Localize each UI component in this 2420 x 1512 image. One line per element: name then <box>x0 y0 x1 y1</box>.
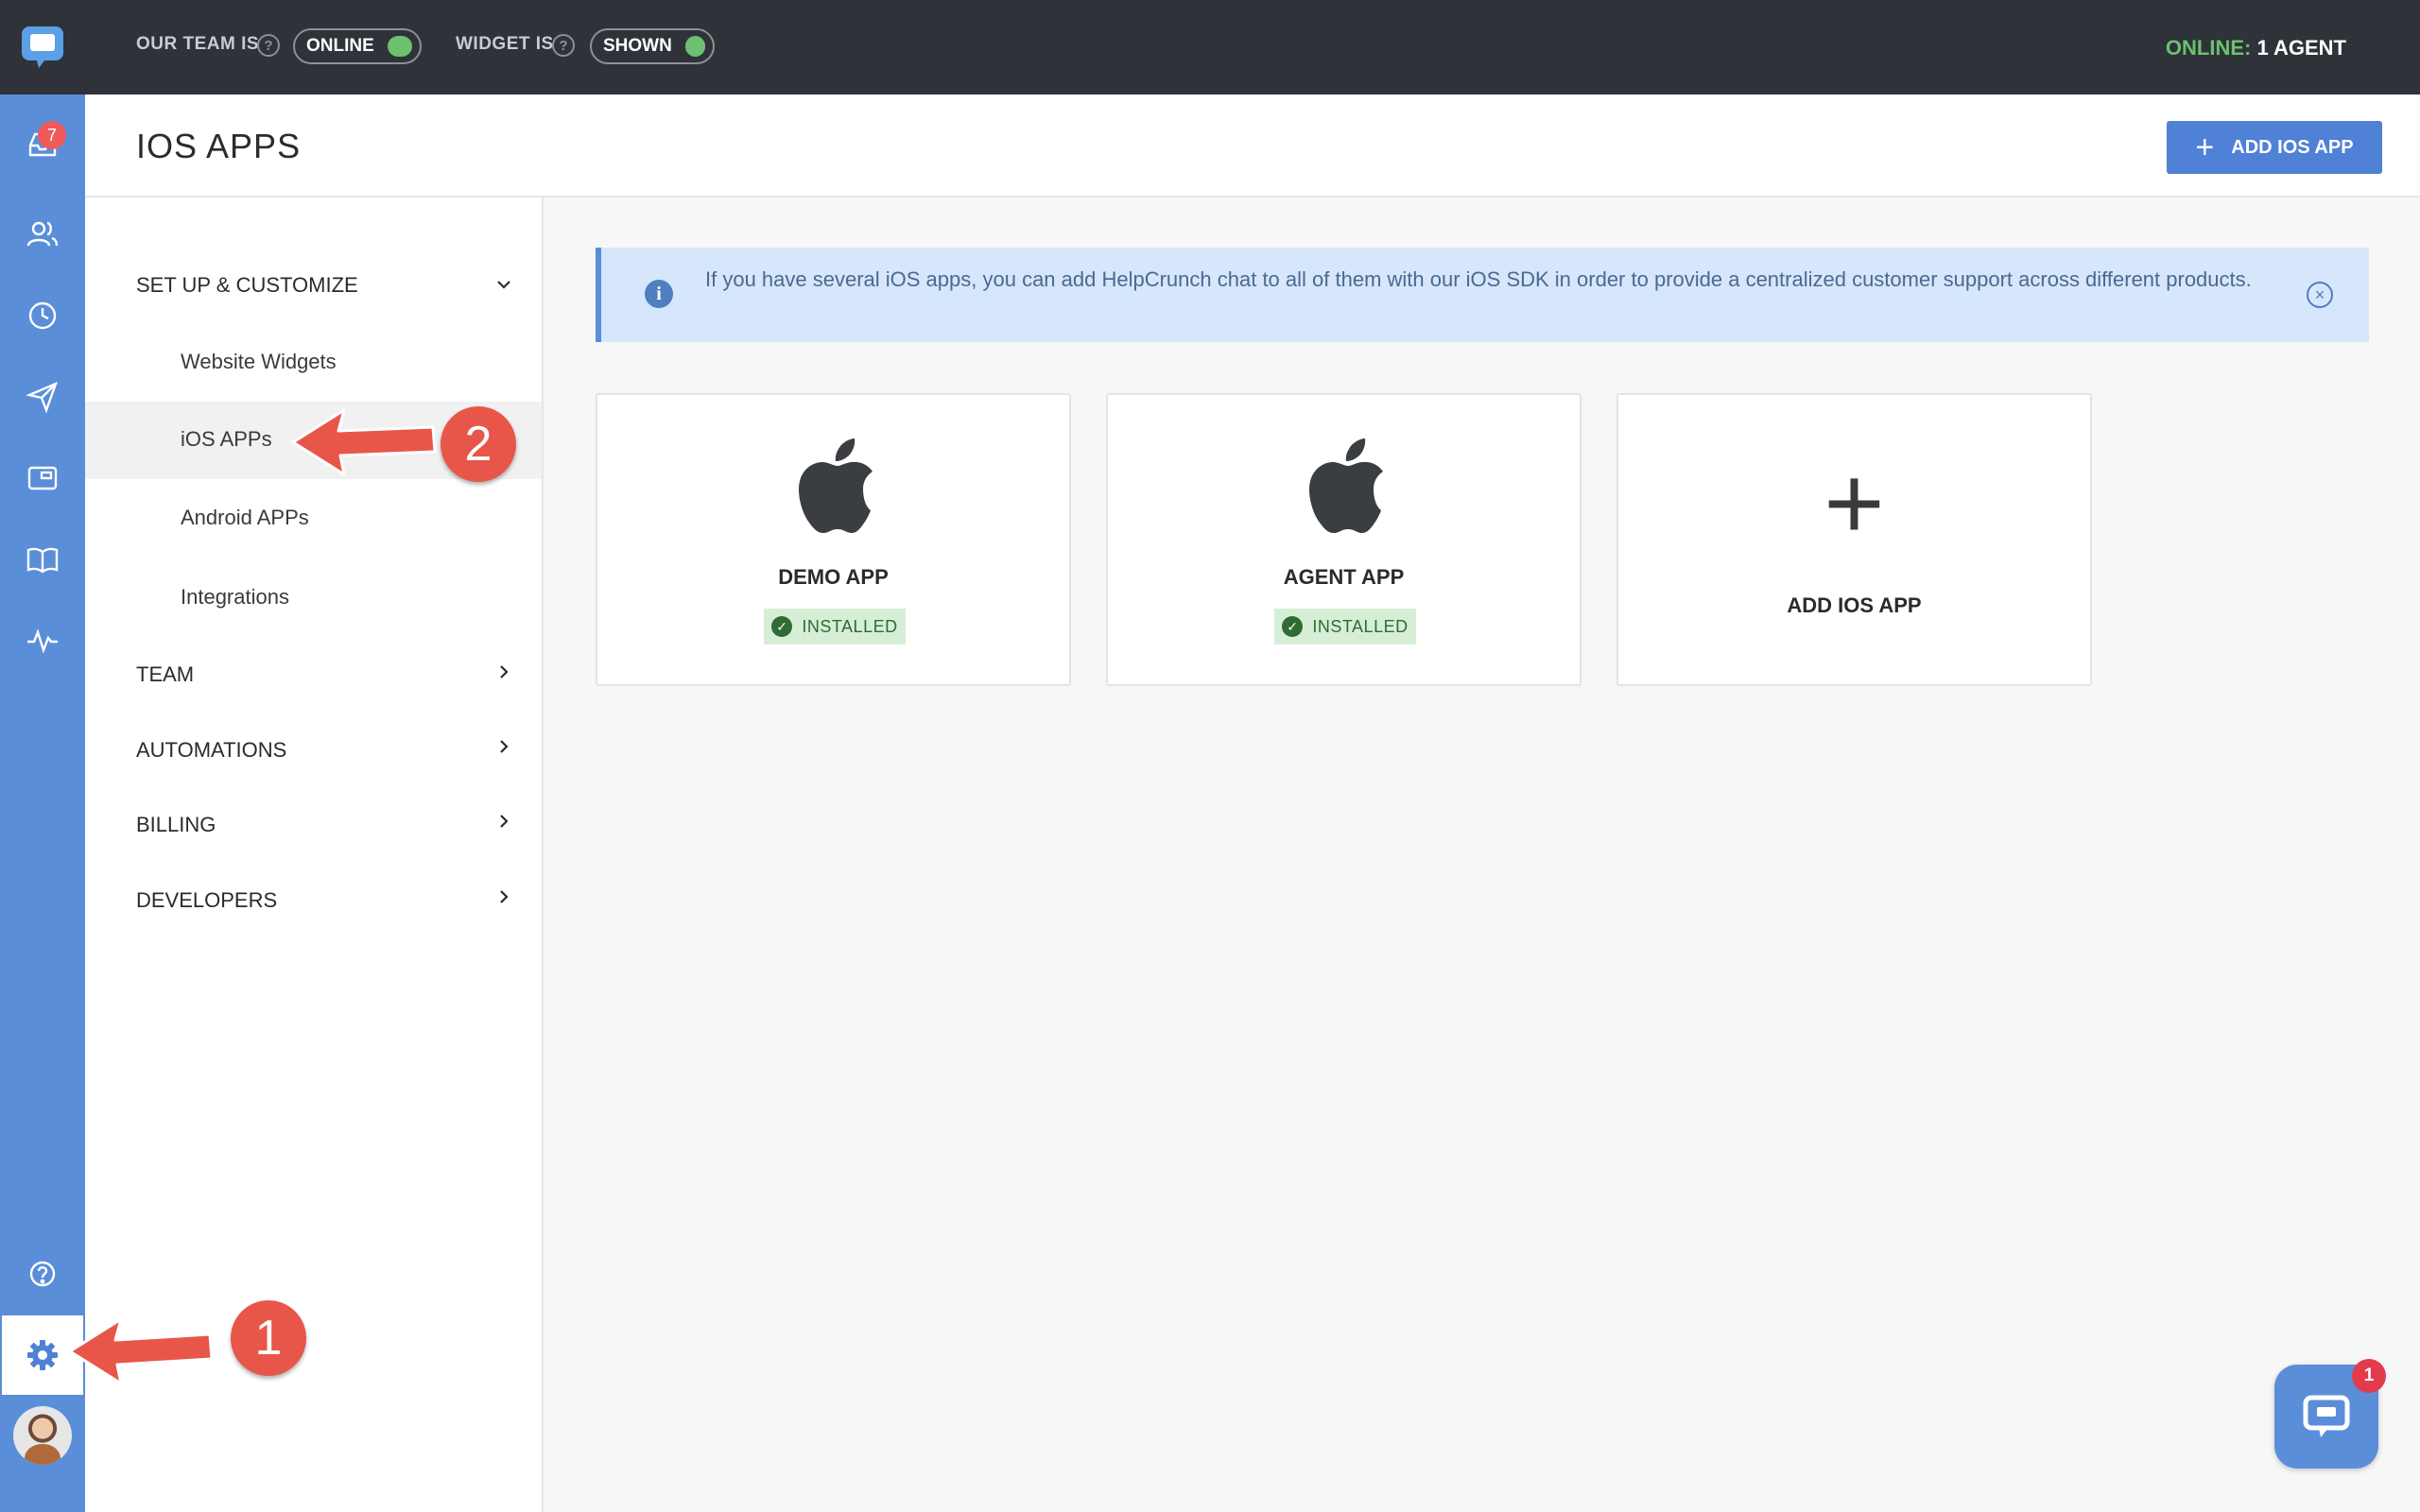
team-online-label: ONLINE <box>306 36 374 56</box>
plus-icon: + <box>1824 445 1885 561</box>
menu-section-developers[interactable]: DEVELOPERS <box>136 888 277 913</box>
menu-section-automations[interactable]: AUTOMATIONS <box>136 738 286 763</box>
add-ios-app-card[interactable]: + ADD IOS APP <box>1616 393 2092 686</box>
apple-icon <box>799 438 873 533</box>
widget-icon[interactable] <box>0 440 85 516</box>
status-label: INSTALLED <box>1312 616 1409 636</box>
gear-icon <box>27 1340 58 1370</box>
plus-icon: + <box>2195 129 2215 165</box>
avatar[interactable] <box>13 1406 72 1465</box>
contacts-icon[interactable] <box>0 197 85 272</box>
chevron-down-icon[interactable] <box>494 275 513 294</box>
menu-item-android-apps[interactable]: Android APPs <box>181 506 309 530</box>
chat-bubble-icon <box>2303 1395 2350 1437</box>
left-rail: 7 <box>0 0 85 1512</box>
online-key: ONLINE: <box>2165 36 2252 60</box>
annotation-step-1: 1 <box>231 1300 306 1376</box>
menu-section-setup[interactable]: SET UP & CUSTOMIZE <box>136 273 358 298</box>
annotation-arrow-2 <box>291 408 437 476</box>
chevron-right-icon[interactable] <box>494 887 513 906</box>
chevron-right-icon[interactable] <box>494 737 513 756</box>
widget-shown-toggle[interactable]: SHOWN <box>590 28 715 64</box>
chevron-right-icon[interactable] <box>494 662 513 681</box>
info-icon: i <box>645 280 673 308</box>
app-card-agent[interactable]: AGENT APP ✓ INSTALLED <box>1106 393 1582 686</box>
apple-icon <box>1309 438 1383 533</box>
info-notice: i If you have several iOS apps, you can … <box>596 248 2369 342</box>
annotation-step-2: 2 <box>441 406 516 482</box>
chat-logo-icon[interactable] <box>0 0 85 94</box>
toggle-indicator <box>387 36 412 57</box>
send-icon[interactable] <box>0 359 85 435</box>
widget-help-icon[interactable]: ? <box>552 34 575 57</box>
app-name: AGENT APP <box>1283 565 1405 589</box>
chevron-right-icon[interactable] <box>494 812 513 831</box>
add-ios-app-label: ADD IOS APP <box>2231 136 2354 158</box>
add-ios-app-card-label: ADD IOS APP <box>1787 593 1922 617</box>
top-bar: OUR TEAM IS ? ONLINE WIDGET IS ? SHOWN O… <box>85 0 2420 94</box>
page-title: IOS APPS <box>136 127 302 165</box>
menu-item-ios-apps[interactable]: iOS APPs <box>181 427 272 452</box>
widget-status-label: WIDGET IS <box>456 34 554 54</box>
online-value: 1 AGENT <box>2256 36 2346 60</box>
page-header: IOS APPS + ADD IOS APP <box>85 94 2420 198</box>
analytics-icon[interactable] <box>0 603 85 679</box>
team-status-label: OUR TEAM IS <box>136 34 260 54</box>
menu-item-website-widgets[interactable]: Website Widgets <box>181 350 337 374</box>
menu-section-team[interactable]: TEAM <box>136 662 194 687</box>
add-ios-app-button[interactable]: + ADD IOS APP <box>2167 121 2382 174</box>
help-icon[interactable] <box>0 1236 85 1312</box>
widget-shown-label: SHOWN <box>603 36 672 56</box>
history-icon[interactable] <box>0 278 85 353</box>
annotation-arrow-1 <box>68 1317 214 1385</box>
app-name: DEMO APP <box>778 565 889 589</box>
toggle-indicator <box>684 36 705 57</box>
chat-widget-badge: 1 <box>2352 1359 2386 1393</box>
check-icon: ✓ <box>771 616 793 637</box>
inbox-badge: 7 <box>38 121 66 149</box>
knowledge-base-icon[interactable] <box>0 522 85 597</box>
status-badge: ✓ INSTALLED <box>764 609 906 644</box>
team-online-toggle[interactable]: ONLINE <box>293 28 422 64</box>
team-help-icon[interactable]: ? <box>257 34 280 57</box>
notice-text: If you have several iOS apps, you can ad… <box>705 267 2252 291</box>
status-badge: ✓ INSTALLED <box>1274 609 1416 644</box>
check-icon: ✓ <box>1282 616 1304 637</box>
menu-item-integrations[interactable]: Integrations <box>181 585 289 610</box>
close-icon[interactable]: × <box>2307 282 2333 308</box>
status-label: INSTALLED <box>802 616 898 636</box>
app-card-demo[interactable]: DEMO APP ✓ INSTALLED <box>596 393 1071 686</box>
online-agents-status: ONLINE: 1 AGENT <box>2166 36 2346 60</box>
menu-section-billing[interactable]: BILLING <box>136 813 216 837</box>
